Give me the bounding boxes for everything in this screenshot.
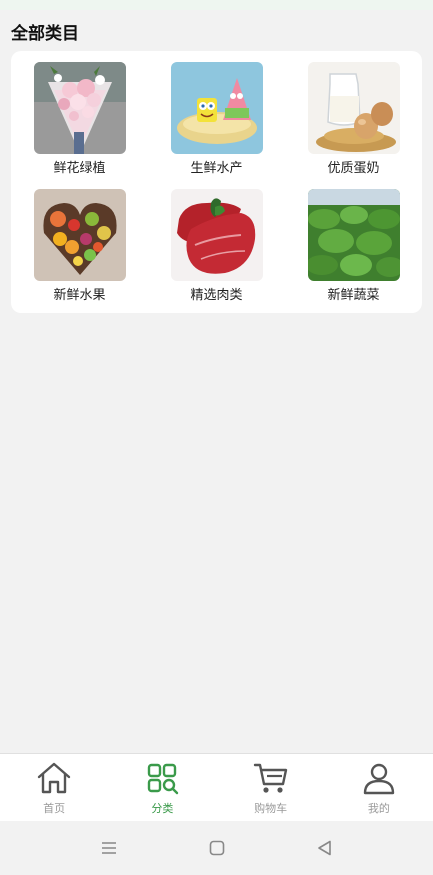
flower-bouquet-image <box>33 62 126 154</box>
category-label: 生鲜水产 <box>190 161 243 176</box>
category-vegetables[interactable]: 新鲜蔬菜 <box>285 189 422 304</box>
system-home-button[interactable] <box>163 838 271 858</box>
category-label: 新鲜蔬菜 <box>327 288 380 303</box>
menu-icon <box>101 842 116 854</box>
category-icon <box>148 763 179 795</box>
fruit-flower-box-image <box>33 189 126 281</box>
bottom-tab-bar: 首页 分类 购物车 我的 <box>0 753 433 821</box>
system-navigation-bar <box>0 821 433 875</box>
category-grid: 鲜花绿植 生鲜水产 优质蛋奶 新鲜水果 精选肉类 新鲜蔬菜 <box>11 62 422 304</box>
category-meat[interactable]: 精选肉类 <box>148 189 285 304</box>
system-back-button[interactable] <box>271 838 379 858</box>
category-flowers[interactable]: 鲜花绿植 <box>11 62 148 177</box>
tab-category[interactable]: 分类 <box>108 754 216 821</box>
status-bar-strip <box>0 0 433 10</box>
category-label: 新鲜水果 <box>53 288 106 303</box>
category-label: 优质蛋奶 <box>327 161 380 176</box>
category-seafood[interactable]: 生鲜水产 <box>148 62 285 177</box>
page-title: 全部类目 <box>11 24 79 44</box>
home-square-icon <box>209 840 224 856</box>
milk-eggs-image <box>307 62 400 154</box>
home-icon <box>37 762 71 794</box>
tab-label: 分类 <box>151 802 174 815</box>
category-label: 鲜花绿植 <box>53 161 106 176</box>
meat-image <box>170 189 263 281</box>
system-menu-button[interactable] <box>55 838 163 858</box>
tab-cart[interactable]: 购物车 <box>217 754 325 821</box>
cart-icon <box>253 763 287 793</box>
seafood-cartoon-image <box>170 62 263 154</box>
tab-home[interactable]: 首页 <box>0 754 108 821</box>
category-label: 精选肉类 <box>190 288 243 303</box>
back-triangle-icon <box>317 840 331 856</box>
category-dairy-eggs[interactable]: 优质蛋奶 <box>285 62 422 177</box>
tab-label: 我的 <box>367 802 390 815</box>
tab-label: 购物车 <box>254 802 288 815</box>
vegetables-image <box>307 189 400 281</box>
category-card: 鲜花绿植 生鲜水产 优质蛋奶 新鲜水果 精选肉类 新鲜蔬菜 <box>11 51 422 313</box>
category-fruit[interactable]: 新鲜水果 <box>11 189 148 304</box>
user-icon <box>363 763 395 795</box>
tab-profile[interactable]: 我的 <box>325 754 433 821</box>
tab-label: 首页 <box>43 802 66 815</box>
